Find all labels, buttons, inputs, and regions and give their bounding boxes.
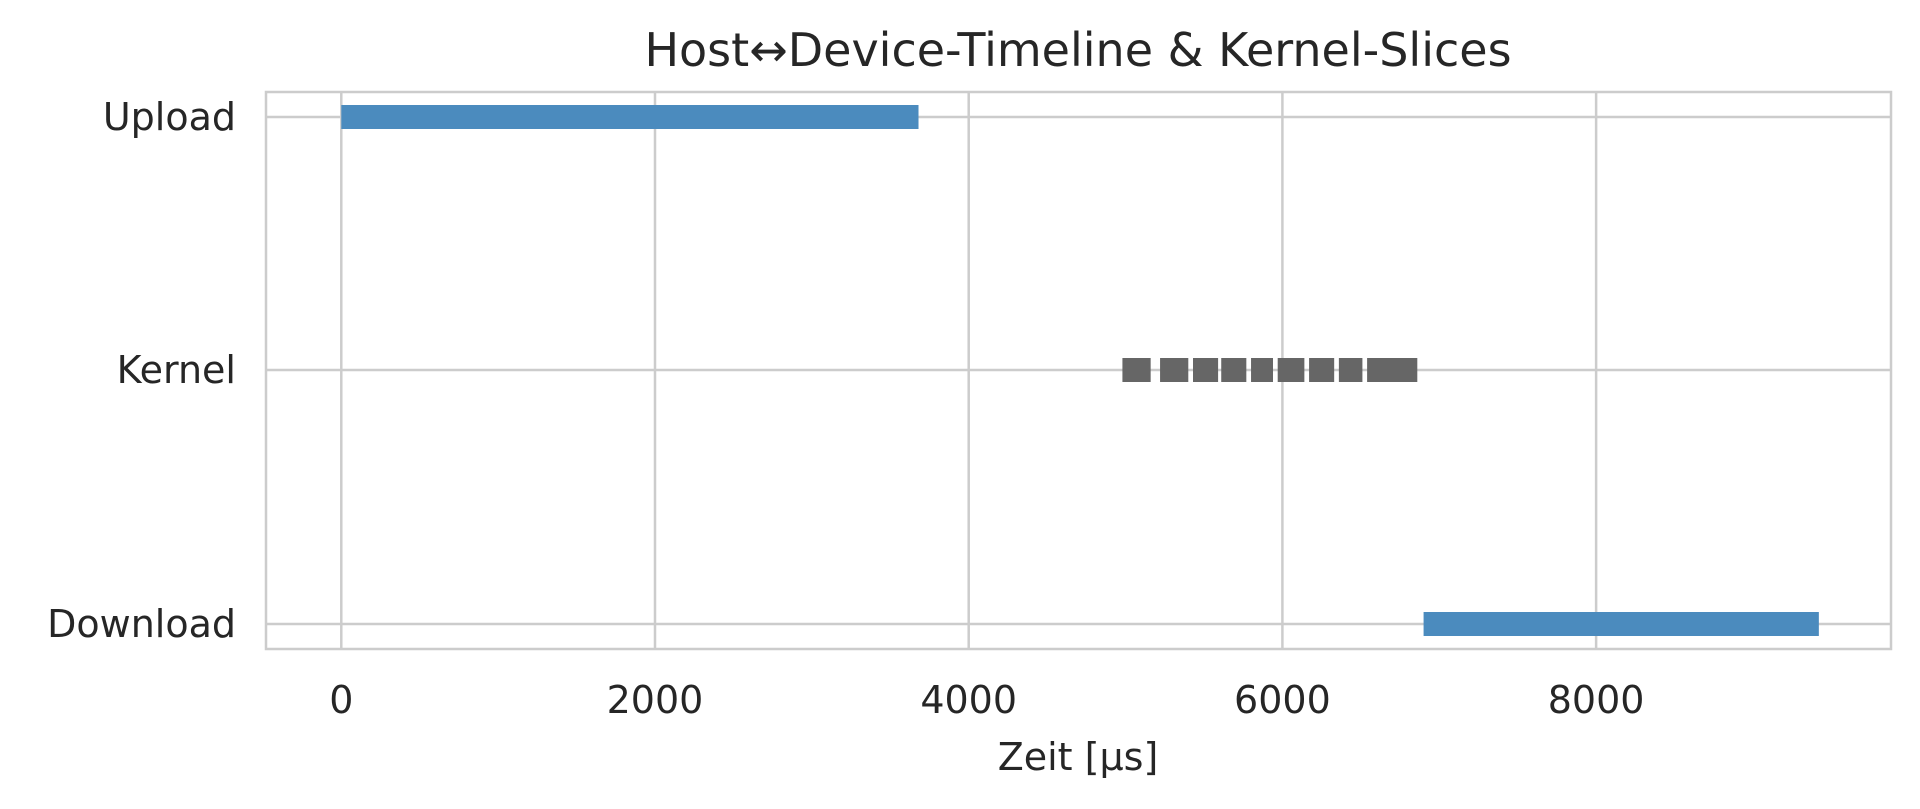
x-axis-label: Zeit [µs]	[998, 735, 1159, 779]
kernel-segment	[1221, 358, 1247, 382]
kernel-segment	[1160, 358, 1189, 382]
y-tick-label: Download	[47, 602, 236, 646]
x-tick-label: 2000	[607, 678, 704, 722]
kernel-segment	[1122, 358, 1151, 382]
grid-lines	[266, 92, 1891, 649]
kernel-segment	[1367, 358, 1418, 382]
timeline-chart: Host↔Device-Timeline & Kernel-Slices Upl…	[47, 23, 1893, 779]
y-tick-label: Kernel	[117, 348, 236, 392]
x-tick-labels: 0 2000 4000 6000 8000	[329, 678, 1644, 722]
download-segment	[1423, 612, 1819, 636]
upload-segment	[341, 105, 919, 129]
x-tick-label: 0	[329, 678, 353, 722]
kernel-segment	[1251, 358, 1273, 382]
x-tick-label: 6000	[1234, 678, 1331, 722]
kernel-segment	[1193, 358, 1219, 382]
chart-title: Host↔Device-Timeline & Kernel-Slices	[644, 23, 1511, 77]
x-tick-label: 8000	[1548, 678, 1645, 722]
kernel-segment	[1338, 358, 1363, 382]
x-tick-label: 4000	[920, 678, 1017, 722]
kernel-segment	[1309, 358, 1335, 382]
y-tick-label: Upload	[103, 95, 236, 139]
y-tick-labels: Upload Kernel Download	[47, 95, 236, 646]
kernel-segment	[1277, 358, 1305, 382]
